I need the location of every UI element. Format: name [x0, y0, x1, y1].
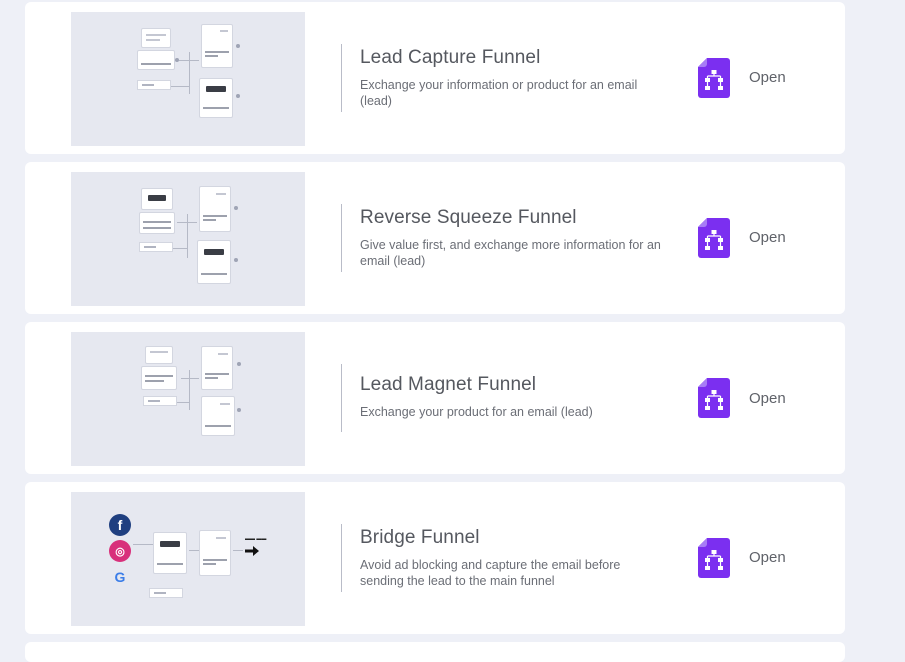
diagram-node [199, 530, 231, 576]
funnel-card-bridge: f ◎ G ▬▬ ▬▬ Bridge Funnel Avoid ad block… [25, 482, 845, 634]
funnel-title: Reverse Squeeze Funnel [360, 207, 577, 228]
funnel-document-icon[interactable] [698, 538, 730, 578]
funnel-document-icon[interactable] [698, 58, 730, 98]
diagram-node [137, 80, 171, 90]
funnel-card-partial [25, 642, 845, 662]
funnel-card-reverse-squeeze: Reverse Squeeze Funnel Give value first,… [25, 162, 845, 314]
diagram-node [201, 24, 233, 68]
open-button[interactable]: Open [749, 549, 786, 566]
facebook-icon: f [109, 514, 131, 536]
main-funnel-arrow-label: ▬▬ ▬▬ [245, 536, 267, 542]
funnel-thumbnail[interactable]: f ◎ G ▬▬ ▬▬ [71, 492, 305, 626]
diagram-node [141, 366, 177, 390]
diagram-node [197, 240, 231, 284]
funnel-description: Exchange your product for an email (lead… [360, 405, 593, 419]
funnel-card-lead-capture: Lead Capture Funnel Exchange your inform… [25, 2, 845, 154]
funnel-description: Exchange your information or product for… [360, 78, 638, 108]
funnel-description: Give value first, and exchange more info… [360, 238, 661, 268]
diagram-node [201, 396, 235, 436]
funnel-description: Avoid ad blocking and capture the email … [360, 558, 621, 588]
funnel-document-icon[interactable] [698, 218, 730, 258]
diagram-node [139, 242, 173, 252]
diagram-node [199, 186, 231, 232]
diagram-node [201, 346, 233, 390]
diagram-node [153, 532, 187, 574]
instagram-icon: ◎ [109, 540, 131, 562]
funnel-document-icon[interactable] [698, 378, 730, 418]
diagram-node [145, 346, 173, 364]
open-button[interactable]: Open [749, 229, 786, 246]
funnel-thumbnail[interactable] [71, 332, 305, 466]
open-button[interactable]: Open [749, 390, 786, 407]
funnel-thumbnail[interactable] [71, 172, 305, 306]
diagram-node [141, 28, 171, 48]
funnel-title: Lead Magnet Funnel [360, 374, 537, 395]
diagram-node [141, 188, 173, 210]
funnel-title: Lead Capture Funnel [360, 47, 541, 68]
diagram-node [139, 212, 175, 234]
google-icon: G [114, 569, 126, 585]
diagram-node [143, 396, 177, 406]
diagram-node [137, 50, 175, 70]
divider [341, 44, 342, 112]
diagram-node [149, 588, 183, 598]
funnel-thumbnail[interactable] [71, 12, 305, 146]
divider [341, 364, 342, 432]
funnel-card-lead-magnet: Lead Magnet Funnel Exchange your product… [25, 322, 845, 474]
divider [341, 204, 342, 272]
divider [341, 524, 342, 592]
open-button[interactable]: Open [749, 69, 786, 86]
arrow-right-icon [245, 546, 259, 556]
diagram-node [199, 78, 233, 118]
funnel-title: Bridge Funnel [360, 527, 480, 548]
